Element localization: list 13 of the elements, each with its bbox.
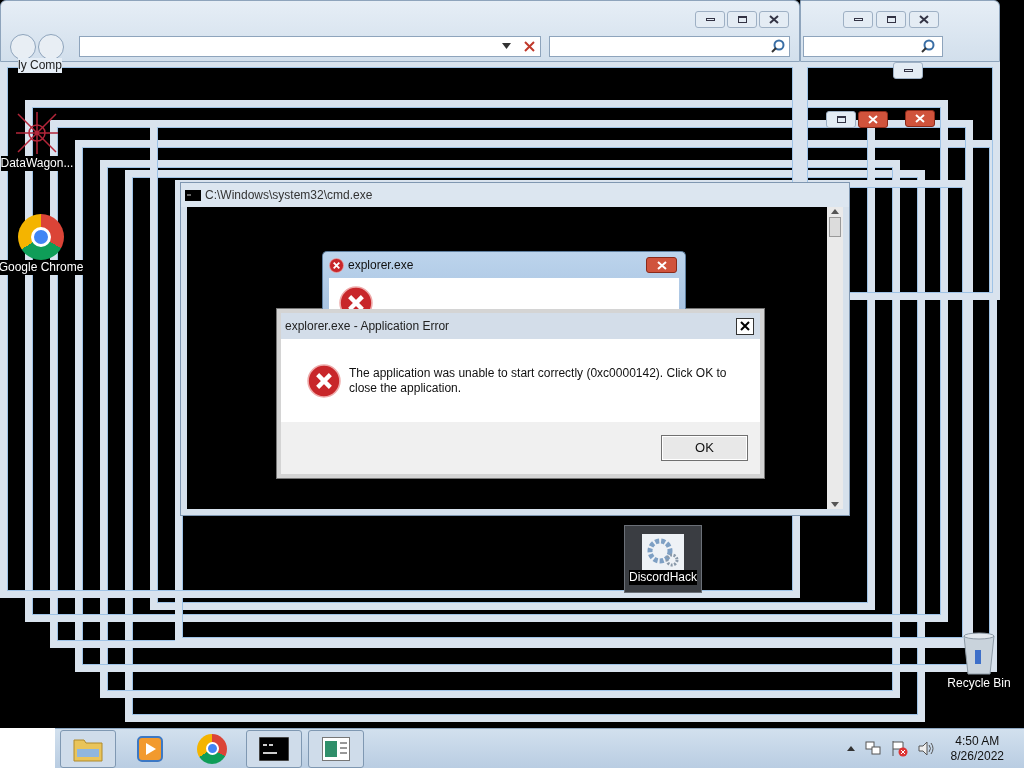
window-title: C:\Windows\system32\cmd.exe [205,187,373,204]
selected-desktop-icon[interactable]: DiscordHack [624,525,702,593]
clock-date[interactable]: 8/26/2022 [950,748,1004,764]
icon-label[interactable]: ly Comp [18,58,62,73]
icon-label[interactable]: Recycle Bin [947,676,1011,691]
icon-label[interactable]: DiscordHack [629,570,697,585]
error-message: The application was unable to start correctly (0xc0000142). Click OK to close the application. [349,365,728,396]
ok-button[interactable]: OK [661,435,748,461]
clock-time[interactable]: 4:50 AM [955,733,1000,749]
dialog-title: explorer.exe [348,257,414,274]
dialog-title: explorer.exe - Application Error [285,318,450,335]
icon-label[interactable]: Google Chrome [0,260,84,275]
icon-label[interactable]: DataWagon... [0,156,74,171]
